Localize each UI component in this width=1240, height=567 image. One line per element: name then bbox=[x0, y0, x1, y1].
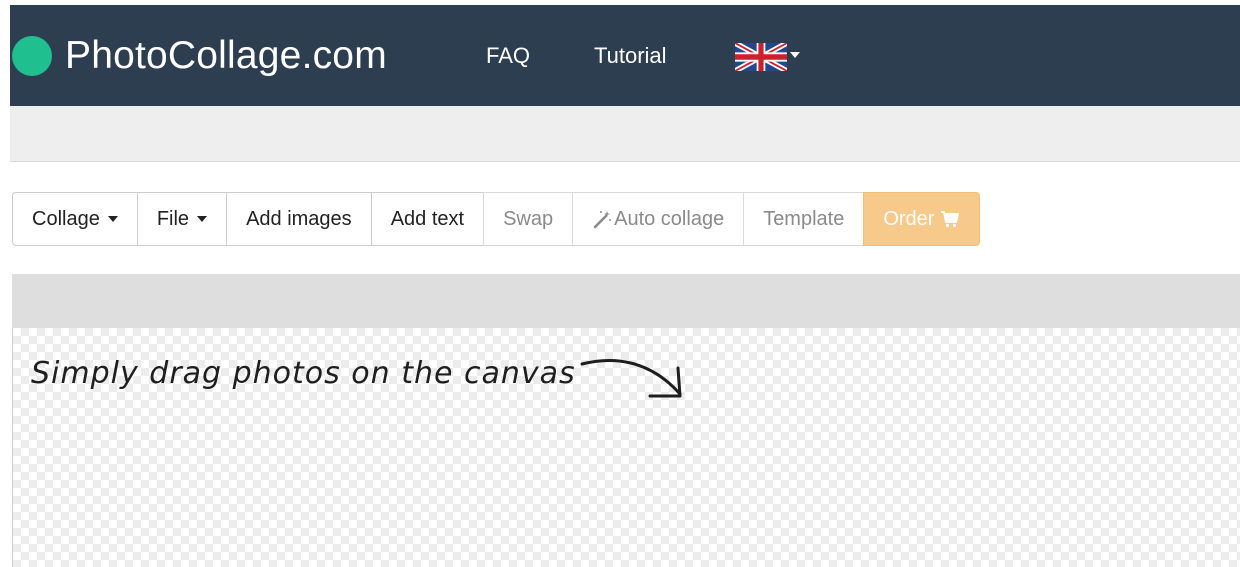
chevron-down-icon bbox=[197, 216, 208, 222]
nav-tutorial-link[interactable]: Tutorial bbox=[594, 41, 667, 71]
add-images-label: Add images bbox=[246, 207, 352, 230]
canvas-hint-text: Simply drag photos on the canvas bbox=[31, 356, 576, 391]
brand-name: PhotoCollage.com bbox=[65, 34, 387, 77]
swap-label: Swap bbox=[503, 207, 554, 230]
brand-logo[interactable]: PhotoCollage.com bbox=[12, 33, 387, 79]
add-images-button[interactable]: Add images bbox=[226, 192, 372, 246]
collage-canvas[interactable]: Simply drag photos on the canvas bbox=[12, 328, 1240, 567]
template-button[interactable]: Template bbox=[743, 192, 865, 246]
swap-button[interactable]: Swap bbox=[483, 192, 574, 246]
template-label: Template bbox=[763, 207, 845, 230]
chevron-down-icon bbox=[790, 52, 800, 58]
nav-faq-link[interactable]: FAQ bbox=[486, 41, 530, 71]
page: PhotoCollage.com FAQ Tutorial Collage Fi… bbox=[0, 0, 1240, 567]
shopping-cart-icon bbox=[941, 211, 960, 228]
left-edge bbox=[0, 0, 10, 567]
chevron-down-icon bbox=[107, 216, 118, 222]
auto-collage-label: Auto collage bbox=[614, 207, 725, 230]
curved-arrow-icon bbox=[580, 358, 682, 398]
canvas-header-strip bbox=[12, 274, 1240, 328]
file-menu-button[interactable]: File bbox=[136, 192, 228, 246]
order-label: Order bbox=[883, 207, 935, 230]
language-selector[interactable] bbox=[735, 43, 800, 71]
toolbar: Collage File Add images Add text Swap Au… bbox=[12, 192, 981, 246]
magic-wand-icon bbox=[593, 211, 612, 229]
logo-dot-icon bbox=[12, 36, 52, 76]
sub-header-bar bbox=[10, 106, 1240, 162]
collage-label: Collage bbox=[32, 207, 100, 230]
order-button[interactable]: Order bbox=[863, 192, 981, 246]
uk-flag-icon bbox=[735, 43, 787, 71]
navbar: PhotoCollage.com FAQ Tutorial bbox=[10, 5, 1240, 106]
add-text-button[interactable]: Add text bbox=[370, 192, 485, 246]
add-text-label: Add text bbox=[390, 207, 465, 230]
file-label: File bbox=[156, 207, 190, 230]
auto-collage-button[interactable]: Auto collage bbox=[572, 192, 745, 246]
collage-menu-button[interactable]: Collage bbox=[12, 192, 138, 246]
